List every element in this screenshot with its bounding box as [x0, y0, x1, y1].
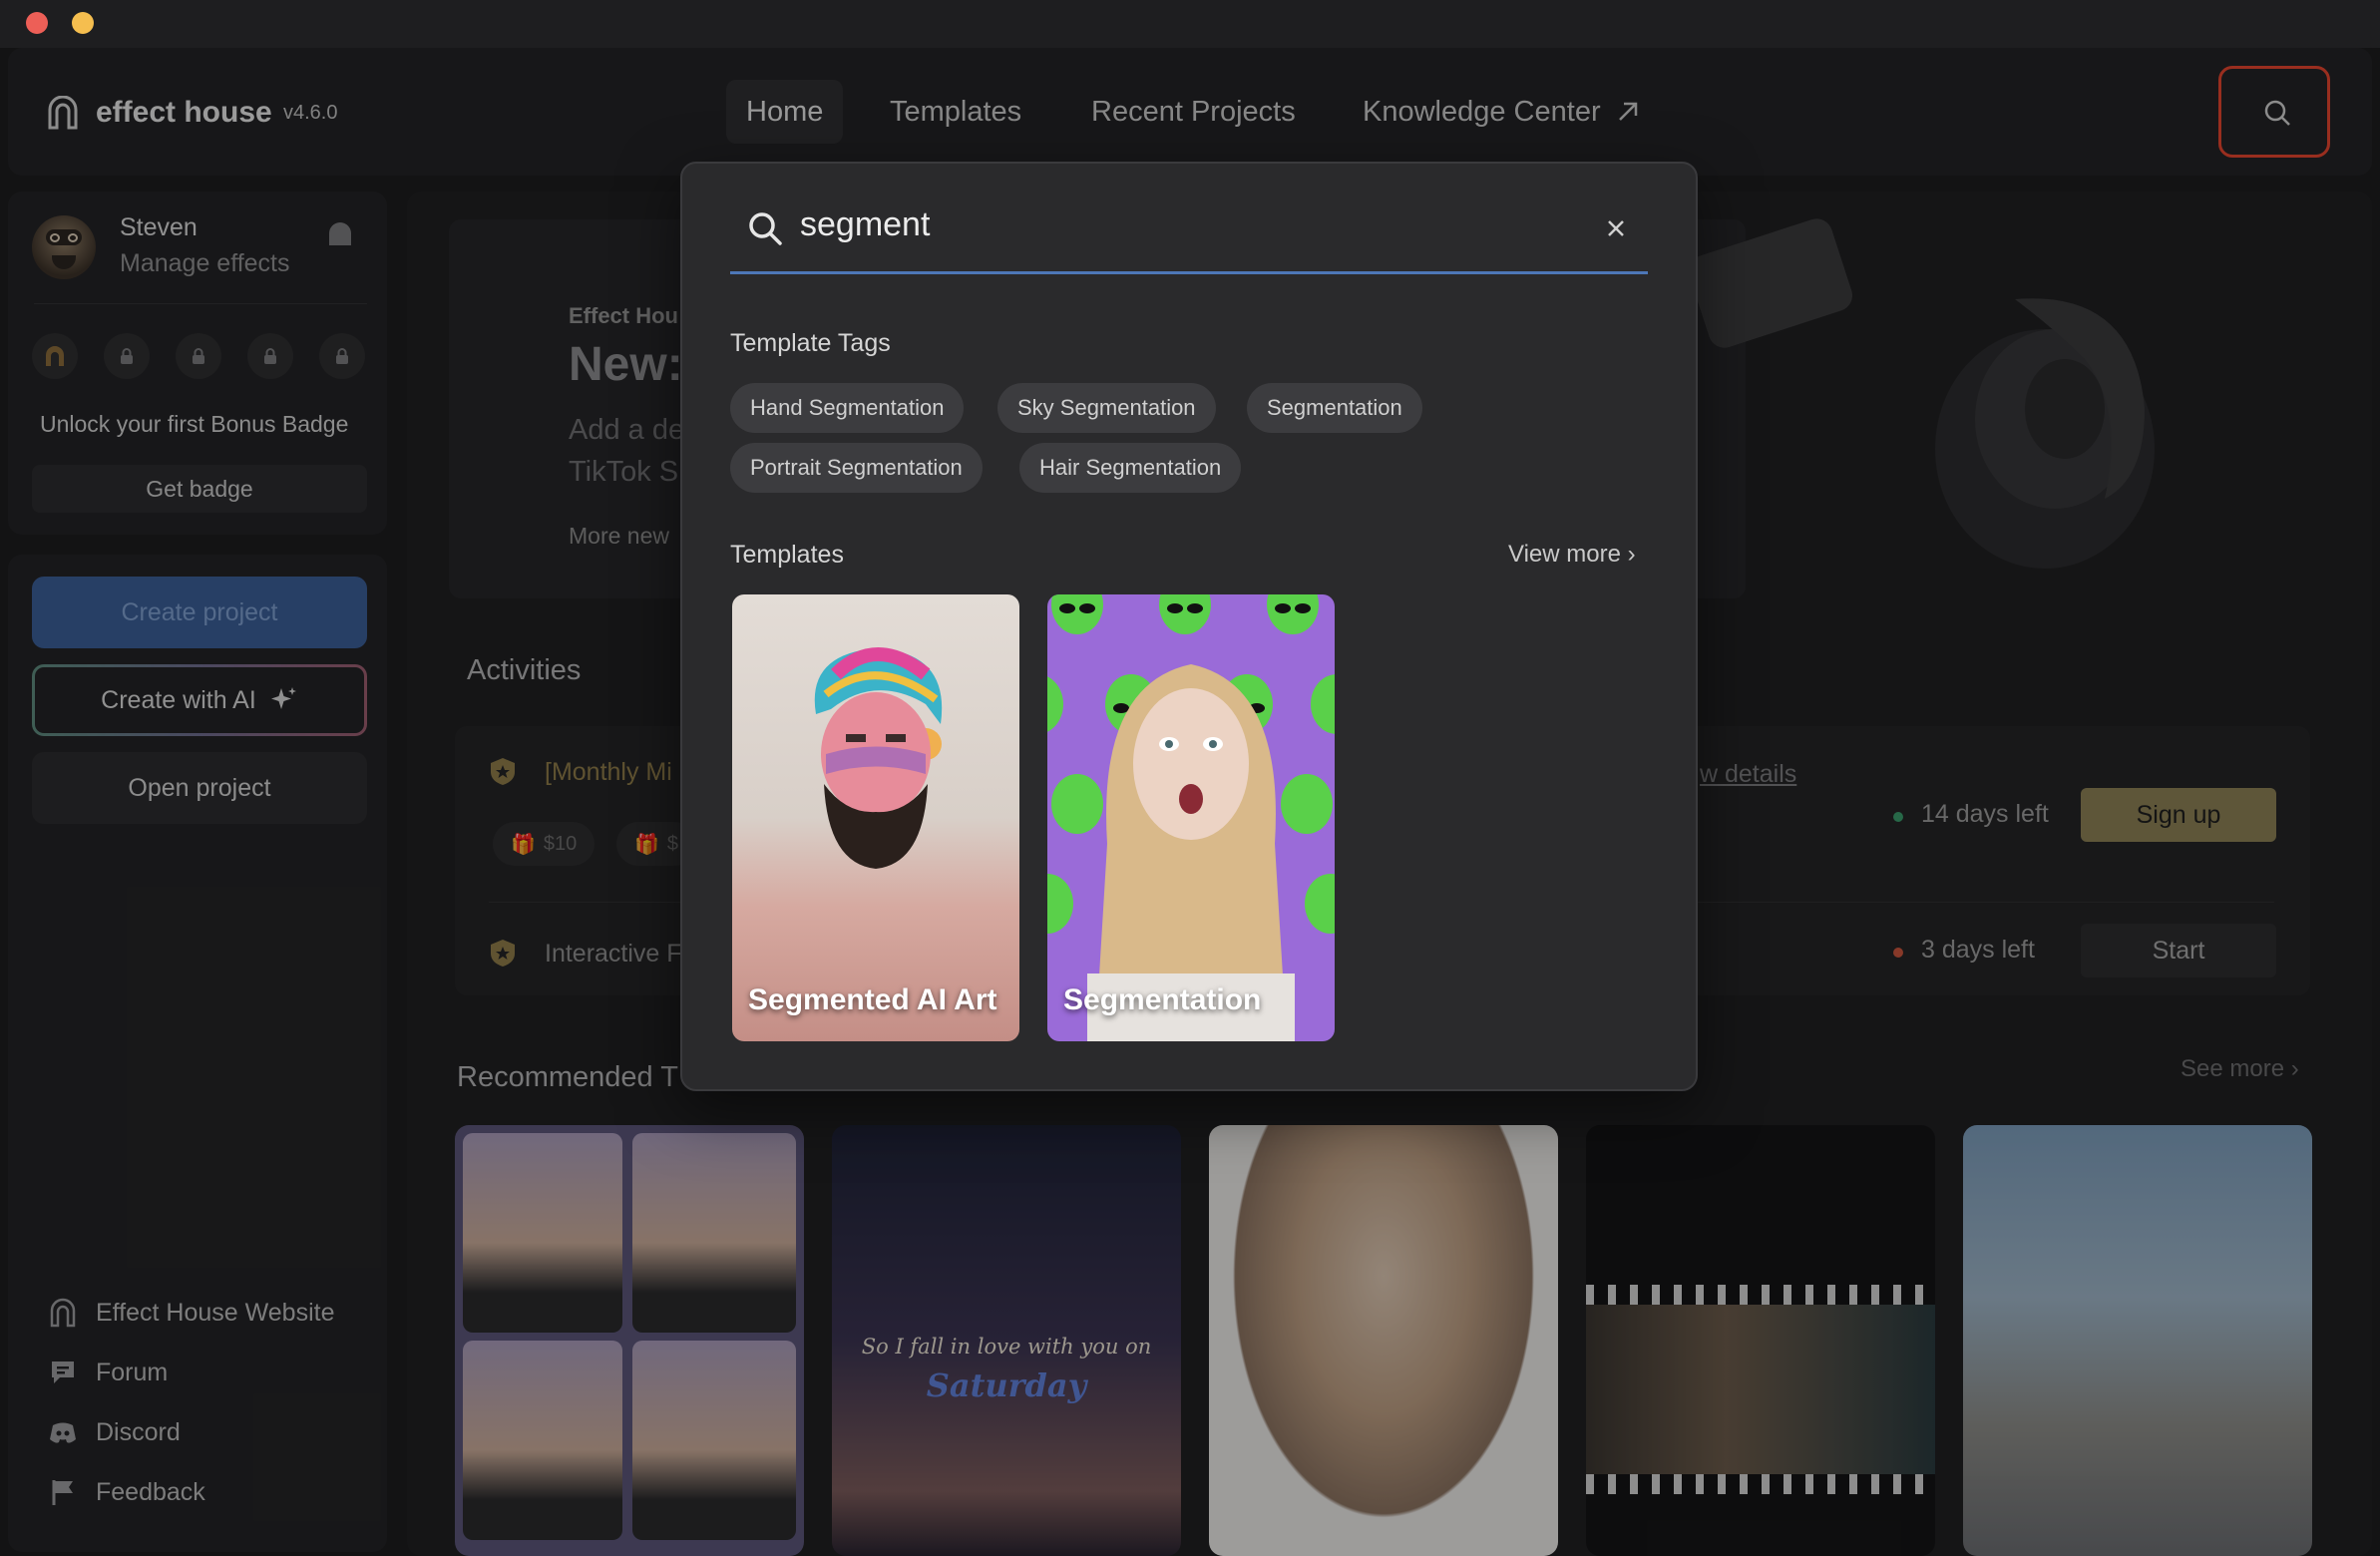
close-icon [1608, 220, 1624, 236]
template-thumbnail [814, 647, 943, 869]
chevron-right-icon: › [1627, 541, 1636, 568]
view-more-label: View more [1508, 541, 1621, 568]
tag-segmentation[interactable]: Segmentation [1247, 383, 1422, 433]
tag-sky-segmentation[interactable]: Sky Segmentation [997, 383, 1216, 433]
close-window-button[interactable] [26, 12, 48, 34]
template-thumbnail [1047, 594, 1335, 1041]
template-title: Segmentation [1063, 983, 1262, 1016]
clear-search-button[interactable] [1602, 211, 1630, 247]
template-tags-label: Template Tags [730, 329, 891, 357]
search-input-underline [730, 271, 1648, 274]
tag-hand-segmentation[interactable]: Hand Segmentation [730, 383, 965, 433]
minimize-window-button[interactable] [72, 12, 94, 34]
search-icon [749, 212, 782, 245]
view-more-link[interactable]: View more › [1508, 541, 1636, 569]
tag-portrait-segmentation[interactable]: Portrait Segmentation [730, 443, 983, 493]
tag-hair-segmentation[interactable]: Hair Segmentation [1019, 443, 1242, 493]
window-titlebar [0, 0, 2380, 48]
template-card-segmented-ai-art[interactable]: Segmented AI Art [732, 594, 1019, 1041]
template-title: Segmented AI Art [748, 983, 997, 1016]
template-card-segmentation[interactable]: Segmentation [1047, 594, 1335, 1041]
templates-label: Templates [730, 541, 844, 569]
search-input[interactable]: segment [800, 205, 930, 244]
